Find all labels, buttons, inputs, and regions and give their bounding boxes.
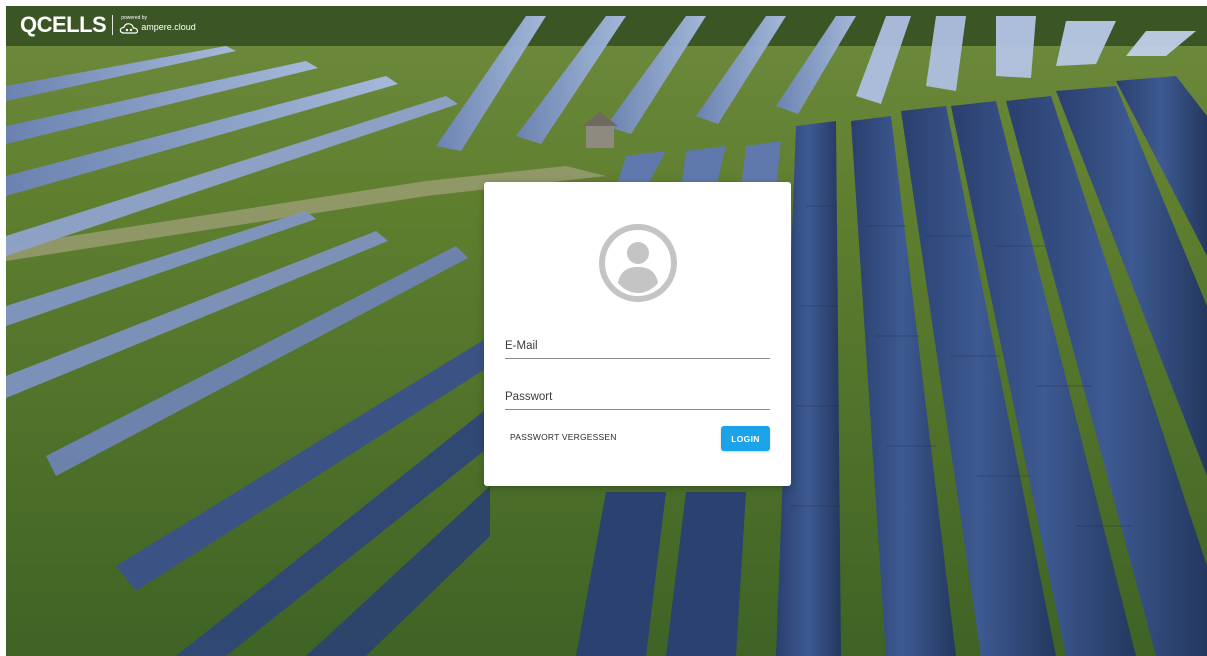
login-page: QCELLS powered by ampere.cloud E-Mail PA… [6, 6, 1207, 656]
email-field [505, 334, 770, 359]
email-input[interactable] [505, 334, 770, 358]
powered-by-block: powered by ampere.cloud [119, 15, 196, 35]
brand-divider [112, 15, 114, 35]
password-input[interactable] [505, 385, 770, 409]
partner-brand: ampere.cloud [119, 21, 196, 35]
forgot-password-link[interactable]: PASSWORT VERGESSEN [510, 432, 617, 442]
login-button[interactable]: LOGIN [721, 426, 770, 451]
password-field [505, 385, 770, 410]
partner-name: ampere.cloud [141, 22, 196, 32]
qcells-logo: QCELLS [20, 12, 107, 37]
brand-header: QCELLS powered by ampere.cloud [20, 12, 196, 38]
login-card: PASSWORT VERGESSEN LOGIN [484, 182, 791, 486]
user-avatar-icon [599, 224, 677, 302]
cloud-icon [120, 22, 139, 34]
